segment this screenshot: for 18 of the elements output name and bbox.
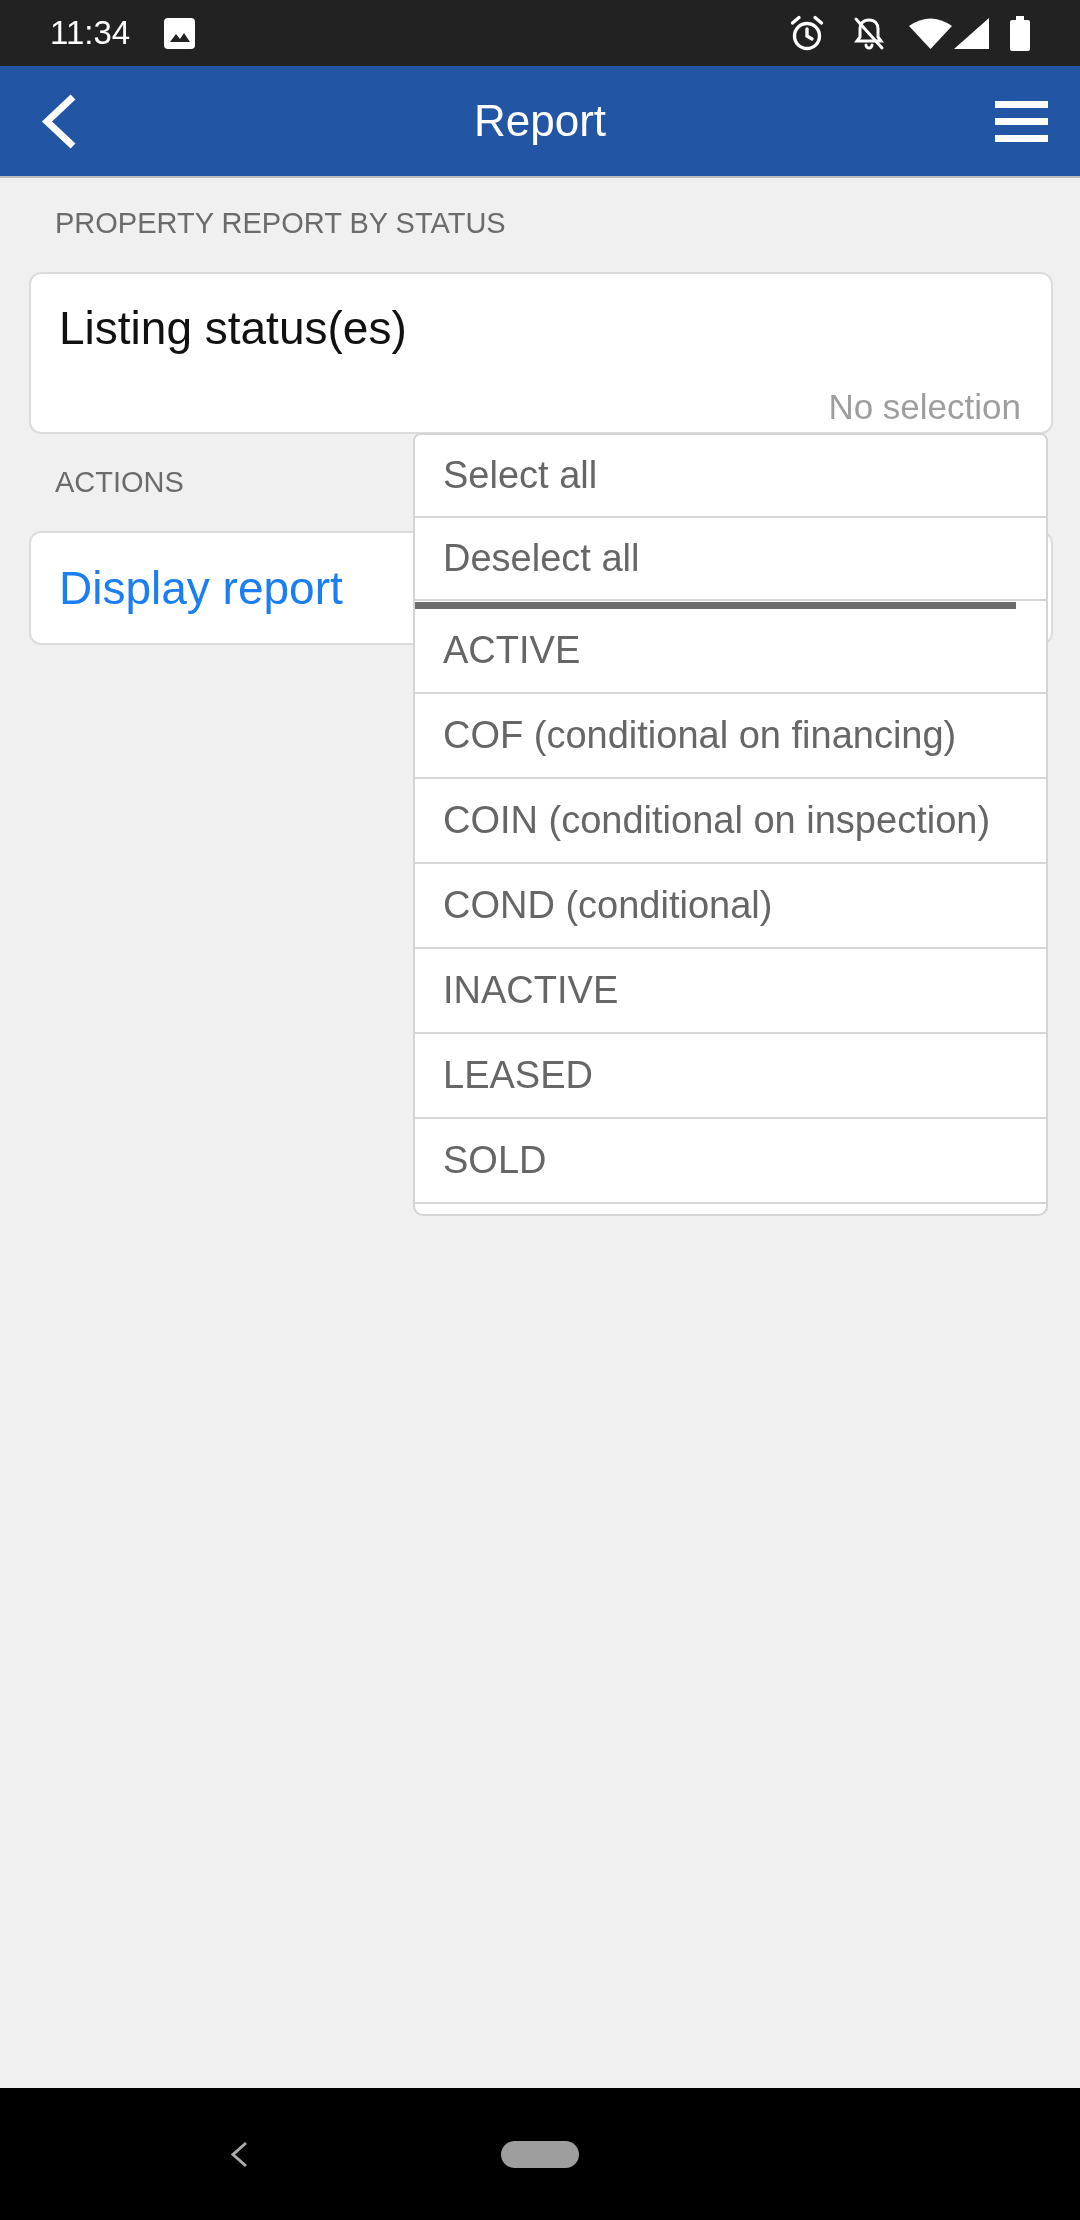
display-report-link[interactable]: Display report: [59, 561, 343, 615]
battery-icon: [1009, 15, 1031, 51]
back-icon[interactable]: [229, 2140, 248, 2168]
alarm-clock-icon: [790, 15, 824, 51]
selection-value: No selection: [828, 386, 1021, 428]
bell-off-icon: [852, 15, 886, 51]
section-heading: ACTIONS: [55, 465, 184, 499]
home-pill-icon[interactable]: [501, 2140, 579, 2168]
menu-command[interactable]: Select all: [415, 435, 1046, 518]
signal-icon: [954, 17, 989, 49]
menu-icon[interactable]: [995, 100, 1048, 142]
section-heading: PROPERTY REPORT BY STATUS: [55, 206, 506, 240]
screen-title: Report: [473, 95, 607, 147]
clock-time: 11:34: [50, 13, 131, 53]
image-icon: [164, 17, 196, 49]
field-label: Listing status(es): [59, 301, 407, 356]
wifi-icon: [909, 17, 952, 49]
listing-status-select[interactable]: Listing status(es) No selection: [29, 272, 1053, 434]
